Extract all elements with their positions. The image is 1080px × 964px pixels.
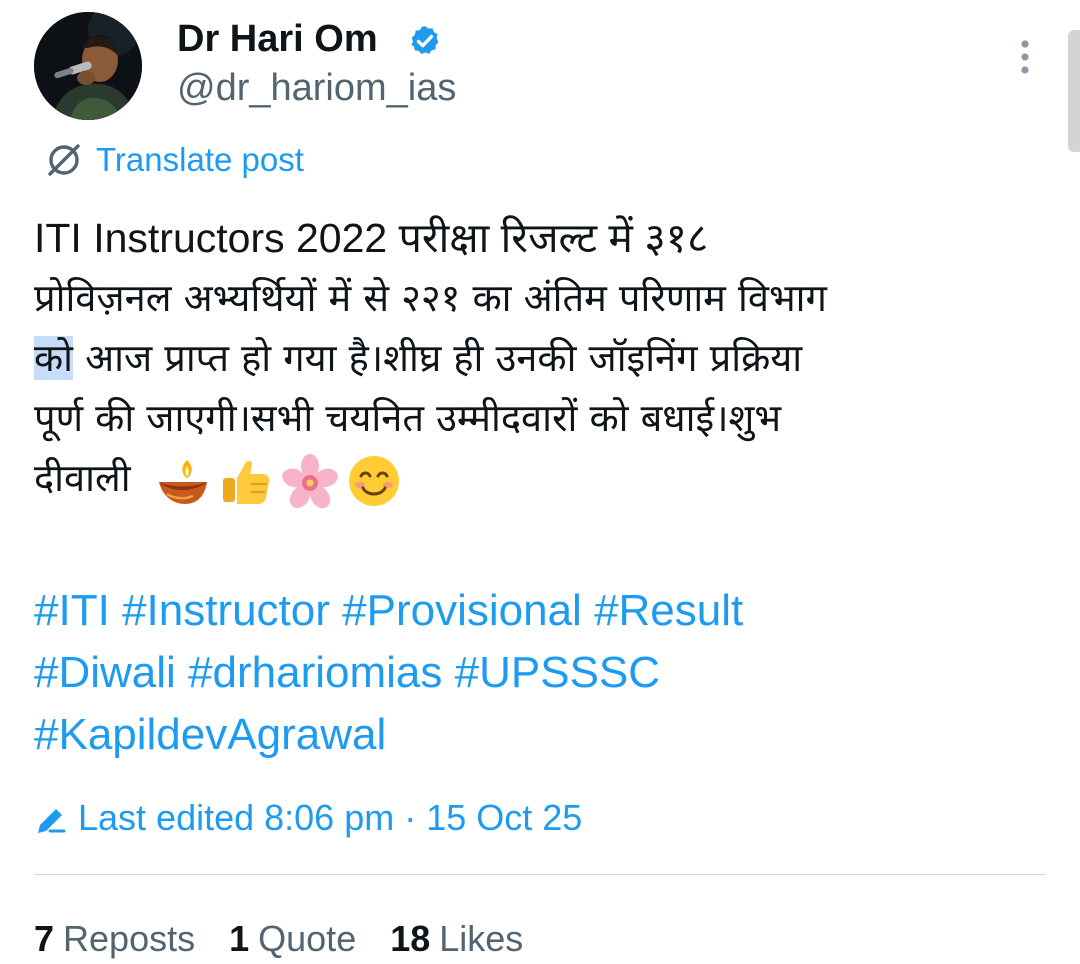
author-handle[interactable]: @dr_hariom_ias	[177, 64, 456, 112]
post-text-line: दीवाली	[34, 448, 1064, 508]
emoji-row	[153, 452, 409, 510]
quotes-stat[interactable]: 1 Quote	[229, 918, 356, 960]
hashtag-line: #KapildevAgrawal	[34, 704, 1064, 766]
hashtag-line: #ITI #Instructor #Provisional #Result	[34, 580, 1064, 642]
hashtags: #ITI #Instructor #Provisional #Result #D…	[34, 580, 1064, 766]
last-edited-text: Last edited 8:06 pm · 15 Oct 25	[78, 797, 583, 838]
post-text-fragment: आज प्राप्त हो गया है।शीघ्र ही उनकी जॉइनि…	[73, 336, 803, 380]
selected-text: को	[34, 336, 74, 380]
avatar[interactable]	[34, 12, 142, 120]
hashtag-link[interactable]: #drhariomias	[188, 648, 442, 697]
hashtag-line: #Diwali #drhariomias #UPSSSC	[34, 642, 1064, 704]
likes-label: Likes	[439, 918, 524, 959]
quotes-label: Quote	[258, 918, 357, 959]
scrollbar-thumb[interactable]	[1068, 30, 1080, 152]
display-name[interactable]: Dr Hari Om	[177, 14, 378, 64]
hashtag-link[interactable]: #ITI	[34, 586, 110, 635]
last-edited-link[interactable]: Last edited 8:06 pm · 15 Oct 25	[34, 794, 582, 842]
diya-icon	[158, 459, 207, 504]
post-text-line: पूर्ण की जाएगी।सभी चयनित उम्मीदवारों को …	[34, 396, 782, 440]
cherry-blossom-icon	[281, 453, 338, 508]
post-text-line: प्रोविज़नल अभ्यर्थियों में से २२१ का अंत…	[34, 276, 827, 320]
hashtag-link[interactable]: #Provisional	[342, 586, 582, 635]
thumbs-up-icon	[222, 460, 269, 504]
hashtag-link[interactable]: #Diwali	[34, 648, 176, 697]
hashtag-link[interactable]: #Instructor	[122, 586, 330, 635]
hashtag-link[interactable]: #KapildevAgrawal	[34, 710, 386, 759]
likes-count: 18	[390, 918, 431, 959]
edit-pencil-icon	[38, 809, 66, 833]
verified-badge-icon	[411, 26, 439, 55]
likes-stat[interactable]: 18 Likes	[390, 918, 523, 960]
divider	[34, 874, 1046, 875]
hashtag-link[interactable]: #Result	[594, 586, 743, 635]
reposts-stat[interactable]: 7 Reposts	[34, 918, 195, 960]
smiling-face-icon	[348, 455, 399, 506]
translate-post-button[interactable]: Translate post	[44, 138, 304, 182]
quotes-count: 1	[229, 918, 250, 959]
reposts-label: Reposts	[63, 918, 196, 959]
translate-icon	[48, 144, 80, 176]
more-options-icon[interactable]	[1010, 36, 1040, 78]
post-text-line: को आज प्राप्त हो गया है।शीघ्र ही उनकी जॉ…	[34, 328, 1064, 388]
translate-label: Translate post	[96, 141, 304, 178]
engagement-stats: 7 Reposts 1 Quote 18 Likes	[34, 914, 557, 964]
post-text-fragment: दीवाली	[34, 456, 131, 500]
post-text-line: ITI Instructors 2022 परीक्षा रिजल्ट में …	[34, 215, 709, 261]
hashtag-link[interactable]: #UPSSSC	[455, 648, 660, 697]
reposts-count: 7	[34, 918, 55, 959]
post-text: ITI Instructors 2022 परीक्षा रिजल्ट में …	[34, 208, 1064, 508]
